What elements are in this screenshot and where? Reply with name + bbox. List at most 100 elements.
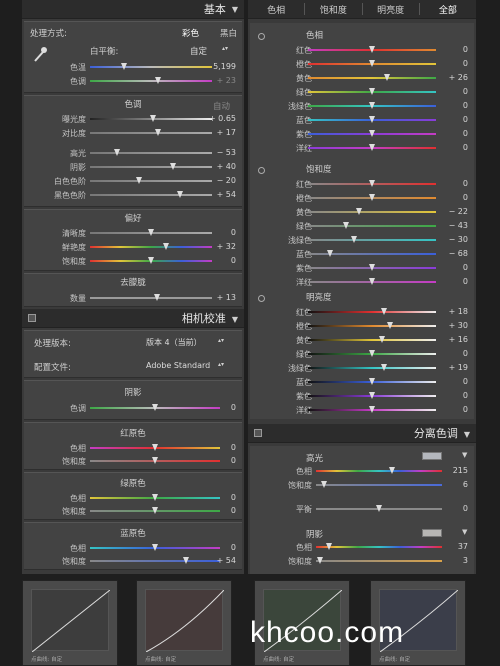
tone2-slider[interactable] — [90, 166, 212, 168]
hue-value[interactable]: 0 — [442, 101, 468, 110]
tone-thumb[interactable] — [155, 129, 162, 136]
presence-thumb[interactable] — [148, 257, 154, 264]
green-hue-value[interactable]: 0 — [210, 493, 236, 502]
green-sat-value[interactable]: 0 — [210, 506, 236, 515]
blue-hue-value[interactable]: 0 — [210, 543, 236, 552]
lum-thumb[interactable] — [386, 322, 393, 329]
tone2-thumb[interactable] — [177, 191, 184, 198]
presence-value[interactable]: 0 — [210, 256, 236, 265]
tab-saturation[interactable]: 饱和度 — [305, 3, 361, 16]
sat-value[interactable]: 0 — [442, 277, 468, 286]
tint-thumb[interactable] — [155, 77, 162, 84]
sh-hue-value[interactable]: 37 — [442, 542, 468, 551]
profile-dropdown[interactable]: Adobe Standard — [146, 361, 210, 370]
hue-slider[interactable] — [308, 77, 436, 79]
hue-thumb[interactable] — [369, 116, 375, 123]
target-adjust-icon[interactable] — [258, 167, 265, 174]
hl-sat-thumb[interactable] — [320, 481, 327, 488]
blue-hue-thumb[interactable] — [152, 544, 158, 551]
temp-thumb[interactable] — [121, 63, 128, 70]
balance-value[interactable]: 0 — [442, 504, 468, 513]
sat-value[interactable]: 0 — [442, 193, 468, 202]
lum-slider[interactable] — [308, 325, 436, 327]
lum-value[interactable]: 0 — [442, 349, 468, 358]
sat-thumb[interactable] — [343, 222, 350, 229]
sh-hue-slider[interactable] — [316, 546, 442, 548]
treatment-color-button[interactable]: 彩色 — [182, 27, 199, 39]
sat-thumb[interactable] — [356, 208, 363, 215]
lum-value[interactable]: 0 — [442, 391, 468, 400]
hue-value[interactable]: 0 — [442, 87, 468, 96]
panel-toggle-icon[interactable] — [254, 429, 262, 437]
lum-value[interactable]: + 19 — [442, 363, 468, 372]
sat-value[interactable]: − 43 — [442, 221, 468, 230]
tint-slider[interactable] — [90, 80, 212, 82]
hue-thumb[interactable] — [384, 74, 391, 81]
tone-thumb[interactable] — [150, 115, 157, 122]
tone2-thumb[interactable] — [135, 177, 142, 184]
sat-thumb[interactable] — [369, 264, 375, 271]
highlight-color-swatch[interactable] — [422, 452, 442, 460]
shadow-color-swatch[interactable] — [422, 529, 442, 537]
red-hue-value[interactable]: 0 — [210, 443, 236, 452]
target-adjust-icon[interactable] — [258, 295, 265, 302]
hue-thumb[interactable] — [369, 130, 375, 137]
hl-hue-thumb[interactable] — [388, 467, 395, 474]
collapse-triangle-icon[interactable]: ▼ — [232, 5, 238, 14]
treatment-bw-button[interactable]: 黑白 — [220, 27, 237, 39]
lum-value[interactable]: + 18 — [442, 307, 468, 316]
curve-thumbnail[interactable]: 点曲线: 自定 — [136, 580, 232, 666]
lum-thumb[interactable] — [369, 406, 375, 413]
tone2-value[interactable]: + 54 — [210, 190, 236, 199]
wb-dropdown[interactable]: 自定 — [190, 45, 207, 57]
collapse-triangle-icon[interactable]: ▼ — [232, 315, 238, 324]
calibration-panel-header[interactable]: 相机校准 ▼ — [22, 309, 244, 328]
sat-thumb[interactable] — [369, 194, 375, 201]
red-sat-value[interactable]: 0 — [210, 456, 236, 465]
hue-value[interactable]: 0 — [442, 115, 468, 124]
blue-sat-value[interactable]: + 54 — [210, 556, 236, 565]
calib-shadow-tint-value[interactable]: 0 — [210, 403, 236, 412]
hue-thumb[interactable] — [369, 144, 375, 151]
lum-thumb[interactable] — [369, 350, 375, 357]
process-dropdown[interactable]: 版本 4（当前） — [146, 337, 202, 348]
dehaze-thumb[interactable] — [154, 294, 161, 301]
hue-value[interactable]: 0 — [442, 143, 468, 152]
blue-sat-slider[interactable] — [90, 560, 220, 562]
red-hue-thumb[interactable] — [152, 444, 158, 451]
temp-value[interactable]: 5,199 — [210, 62, 236, 71]
sat-value[interactable]: − 68 — [442, 249, 468, 258]
hl-sat-slider[interactable] — [316, 484, 442, 486]
lum-thumb[interactable] — [380, 308, 387, 315]
sat-thumb[interactable] — [351, 236, 358, 243]
tone2-slider[interactable] — [90, 180, 212, 182]
presence-thumb[interactable] — [162, 243, 169, 250]
sat-thumb[interactable] — [326, 250, 333, 257]
tab-all[interactable]: 全部 — [420, 3, 476, 16]
lum-slider[interactable] — [308, 311, 436, 313]
curve-thumbnail[interactable]: 点曲线: 自定 — [22, 580, 118, 666]
balance-thumb[interactable] — [376, 505, 382, 512]
hue-thumb[interactable] — [369, 88, 375, 95]
sh-hue-thumb[interactable] — [325, 543, 332, 550]
tone2-slider[interactable] — [90, 152, 212, 154]
tab-luminance[interactable]: 明亮度 — [363, 3, 419, 16]
lum-thumb[interactable] — [380, 364, 387, 371]
tone2-value[interactable]: − 20 — [210, 176, 236, 185]
hue-thumb[interactable] — [369, 60, 375, 67]
temp-slider[interactable] — [90, 66, 212, 68]
tone2-thumb[interactable] — [169, 163, 176, 170]
tone2-slider[interactable] — [90, 194, 212, 196]
lum-thumb[interactable] — [379, 336, 386, 343]
dropdown-arrow-icon[interactable]: ▼ — [462, 451, 467, 459]
presence-thumb[interactable] — [148, 229, 154, 236]
lum-value[interactable]: 0 — [442, 377, 468, 386]
split-toning-header[interactable]: 分离色调 ▼ — [248, 424, 476, 443]
sat-value[interactable]: − 30 — [442, 235, 468, 244]
tone-value[interactable]: + 0.65 — [209, 114, 236, 123]
sh-sat-slider[interactable] — [316, 560, 442, 562]
dehaze-value[interactable]: + 13 — [210, 293, 236, 302]
sat-slider[interactable] — [308, 225, 436, 227]
lum-value[interactable]: 0 — [442, 405, 468, 414]
presence-value[interactable]: + 32 — [210, 242, 236, 251]
